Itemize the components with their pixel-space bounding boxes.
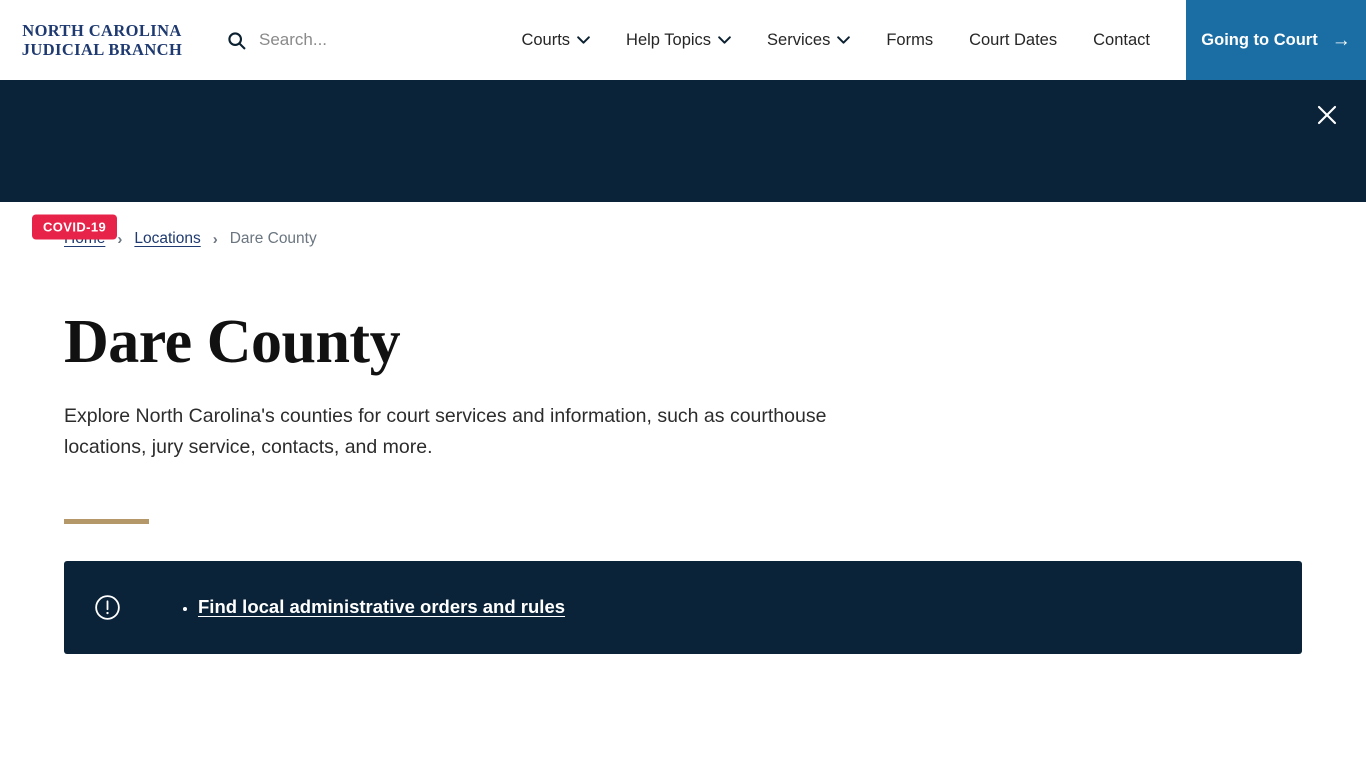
nav-item-label: Forms — [886, 30, 934, 49]
nav-item-label: Court Dates — [969, 30, 1058, 49]
chevron-down-icon — [577, 36, 590, 44]
alert-box: Find local administrative orders and rul… — [64, 561, 1302, 655]
page-description: Explore North Carolina's counties for co… — [64, 405, 827, 459]
primary-navigation: Courts Help Topics Services Forms Court … — [476, 0, 1186, 80]
chevron-down-icon — [837, 36, 851, 44]
close-icon[interactable] — [1306, 94, 1348, 136]
nav-item-label: Courts — [521, 30, 571, 49]
nav-item-help-topics[interactable]: Help Topics — [608, 23, 749, 58]
search-bar — [226, 0, 476, 80]
site-header: NORTH CAROLINA JUDICIAL BRANCH Courts He… — [0, 0, 1366, 80]
page-title: Dare County — [64, 308, 401, 376]
nav-item-label: Services — [767, 30, 831, 49]
site-logo[interactable]: NORTH CAROLINA JUDICIAL BRANCH — [0, 0, 196, 80]
nav-item-court-dates[interactable]: Court Dates — [951, 23, 1075, 58]
cta-label: Going to Court — [1201, 30, 1318, 49]
logo-line-1: NORTH CAROLINA — [22, 21, 182, 40]
list-item: Find local administrative orders and rul… — [198, 594, 565, 620]
covid-message: Find COVID-19 orders, updates, and FAQs.… — [0, 216, 1366, 238]
alert-link-list: Find local administrative orders and rul… — [140, 594, 565, 620]
nav-item-label: Contact — [1093, 30, 1150, 49]
local-administrative-orders-link[interactable]: Find local administrative orders and rul… — [198, 596, 565, 617]
arrow-right-icon: → — [1331, 29, 1351, 51]
nav-item-forms[interactable]: Forms — [868, 23, 951, 58]
main-content: Home › Locations › Dare County Dare Coun… — [0, 202, 1366, 655]
section-divider — [64, 519, 149, 525]
search-icon[interactable] — [226, 30, 247, 51]
logo-line-2: JUDICIAL BRANCH — [21, 40, 183, 59]
covid-alert-banner: COVID-19 Find COVID-19 orders, updates, … — [0, 80, 1366, 240]
exclamation-circle-icon — [92, 593, 122, 623]
chevron-down-icon — [718, 36, 731, 44]
going-to-court-button[interactable]: Going to Court → — [1186, 0, 1366, 80]
covid-message-text: Find COVID-19 orders, updates, and FAQs. — [445, 216, 821, 237]
search-input[interactable] — [259, 26, 449, 54]
nav-item-courts[interactable]: Courts — [503, 23, 608, 58]
covid-read-more-link[interactable]: Read more — [825, 216, 921, 237]
nav-item-services[interactable]: Services — [749, 23, 868, 58]
nav-item-contact[interactable]: Contact — [1075, 23, 1168, 58]
nav-item-label: Help Topics — [626, 30, 712, 49]
